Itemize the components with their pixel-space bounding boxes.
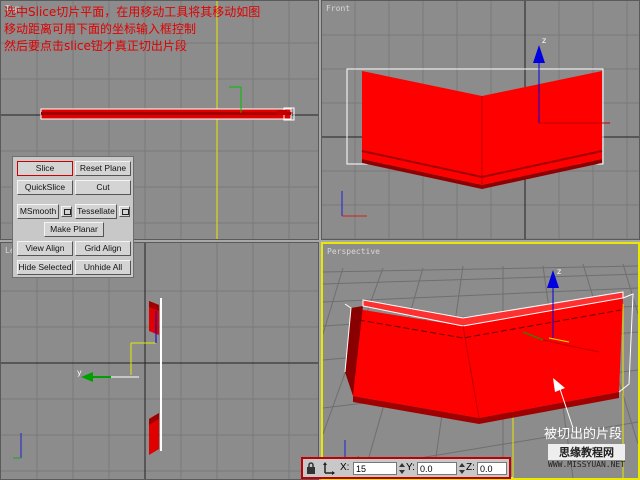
msmooth-button[interactable]: MSmooth [17,204,59,219]
make-planar-button[interactable]: Make Planar [44,222,104,237]
edit-geometry-panel: Slice Reset Plane QuickSlice Cut MSmooth… [12,156,134,278]
transform-mode-icon[interactable] [323,462,335,475]
view-align-button[interactable]: View Align [17,241,73,256]
grid-align-button[interactable]: Grid Align [75,241,131,256]
left-axis-y-label: y [77,368,82,377]
viewport-label-perspective: Perspective [327,247,380,256]
y-spinner[interactable] [459,463,465,474]
quickslice-button[interactable]: QuickSlice [17,180,73,195]
tessellate-button[interactable]: Tessellate [75,204,117,219]
watermark-url: WWW.MISSYUAN.NET [548,460,626,469]
tessellate-settings-icon[interactable] [119,206,130,217]
msmooth-settings-icon[interactable] [61,206,72,217]
watermark: 思缘教程网 WWW.MISSYUAN.NET [548,444,626,469]
perspective-axis-z-label: z [557,267,561,276]
coordinate-input-bar: X: 15 Y: 0.0 Z: 0.0 [301,457,511,479]
x-label: X: [340,462,350,473]
cut-button[interactable]: Cut [75,180,131,195]
front-axis-z-label: z [542,36,546,45]
slice-button[interactable]: Slice [17,161,73,176]
lock-icon[interactable] [306,462,316,475]
hide-selected-button[interactable]: Hide Selected [17,260,73,275]
z-field[interactable]: 0.0 [477,462,507,475]
reset-plane-button[interactable]: Reset Plane [75,161,131,176]
viewport-label-front: Front [326,4,351,13]
front-grid: z [322,1,639,239]
instruction-annotation: 选中Slice切片平面，在用移动工具将其移动如图 移动距离可用下面的坐标输入框控… [4,4,324,55]
cut-piece-label: 被切出的片段 [544,427,623,442]
watermark-cn: 思缘教程网 [548,444,626,460]
unhide-all-button[interactable]: Unhide All [75,260,131,275]
x-spinner[interactable] [399,463,405,474]
perspective-grid: z [323,263,638,478]
x-field[interactable]: 15 [353,462,397,475]
left-grid: y [1,243,318,479]
annotation-line-2: 移动距离可用下面的坐标输入框控制 [4,22,197,36]
y-field[interactable]: 0.0 [417,462,457,475]
y-label: Y: [406,462,415,473]
viewport-front[interactable]: z Front [321,0,640,240]
annotation-line-3: 然后要点击slice钮才真正切出片段 [4,39,187,53]
z-label: Z: [466,462,475,473]
annotation-line-1: 选中Slice切片平面，在用移动工具将其移动如图 [4,5,261,19]
